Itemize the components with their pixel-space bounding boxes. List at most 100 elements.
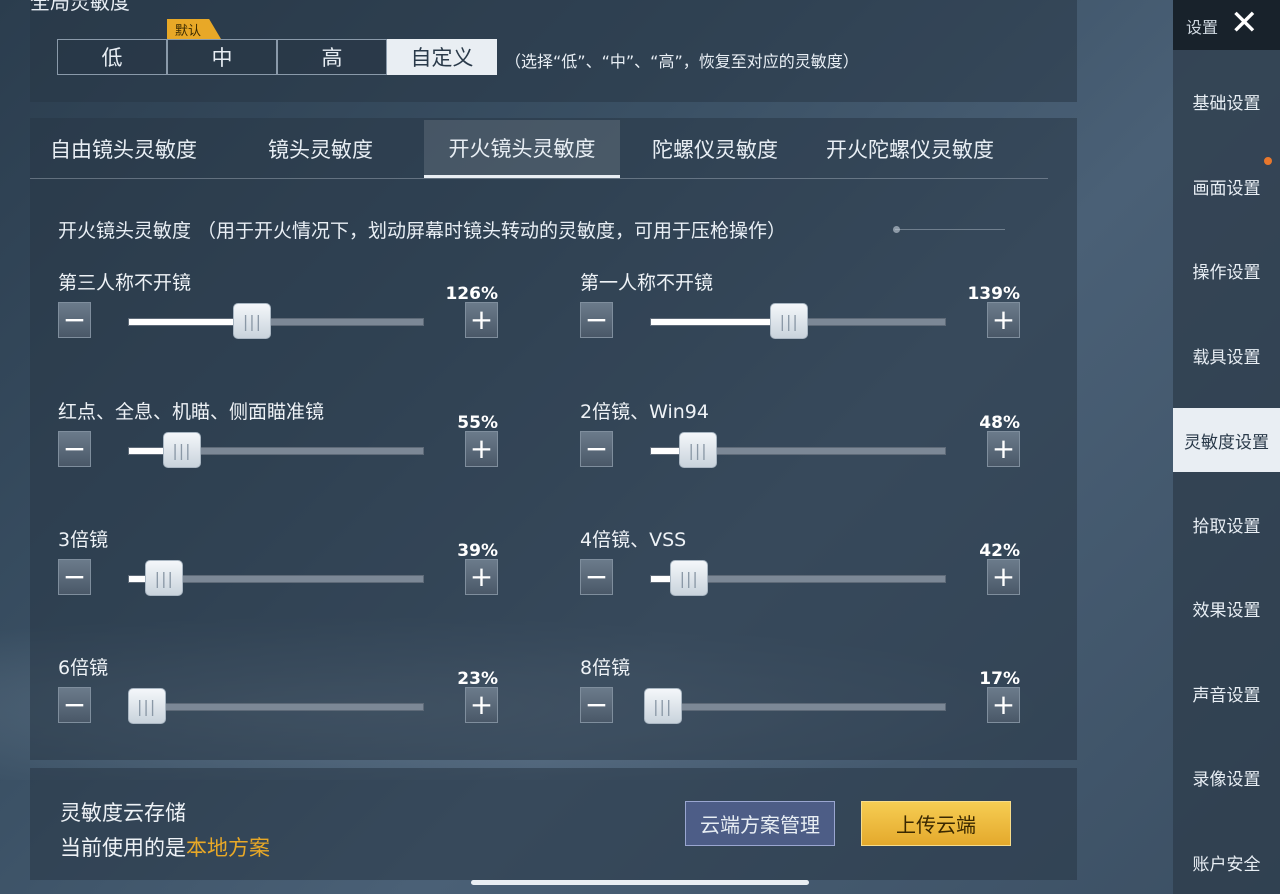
increase-button[interactable]: + [465, 559, 498, 595]
slider-track[interactable]: ||| [128, 303, 424, 339]
slider-thumb[interactable]: ||| [145, 560, 184, 596]
tab-fire-camera[interactable]: 开火镜头灵敏度 [424, 120, 620, 178]
decrease-button[interactable]: − [58, 559, 91, 595]
sidebar-item-graphics[interactable]: 画面设置 [1173, 154, 1280, 218]
slider-track[interactable]: ||| [650, 560, 946, 596]
decrease-button[interactable]: − [580, 559, 613, 595]
slider-red-dot: 红点、全息、机瞄、侧面瞄准镜 55% − ||| + [58, 397, 498, 507]
increase-button[interactable]: + [465, 687, 498, 723]
cloud-manage-button[interactable]: 云端方案管理 [685, 801, 835, 846]
sidebar-item-vehicle[interactable]: 载具设置 [1173, 323, 1280, 387]
sensitivity-tabs: 自由镜头灵敏度 镜头灵敏度 开火镜头灵敏度 陀螺仪灵敏度 开火陀螺仪灵敏度 [30, 120, 1048, 179]
minus-icon: − [62, 688, 87, 721]
slider-value: 23% [457, 669, 498, 689]
slider-track[interactable]: ||| [650, 432, 946, 468]
slider-track[interactable]: ||| [643, 688, 946, 724]
plus-icon: + [469, 303, 494, 336]
slider-2x-scope: 2倍镜、Win94 48% − ||| + [580, 397, 1020, 507]
decrease-button[interactable]: − [580, 431, 613, 467]
sidebar-item-audio[interactable]: 声音设置 [1173, 661, 1280, 725]
tab-fire-gyroscope[interactable]: 开火陀螺仪灵敏度 [826, 120, 1026, 178]
sidebar-item-recording[interactable]: 录像设置 [1173, 745, 1280, 809]
slider-value: 48% [979, 413, 1020, 433]
divider-dot [893, 226, 900, 233]
current-scheme-name: 本地方案 [186, 836, 270, 860]
increase-button[interactable]: + [987, 302, 1020, 338]
decrease-button[interactable]: − [58, 687, 91, 723]
slider-value: 42% [979, 541, 1020, 561]
sidebar-item-pickup[interactable]: 拾取设置 [1173, 492, 1280, 556]
slider-label: 第三人称不开镜 [58, 272, 192, 294]
decrease-button[interactable]: − [58, 302, 91, 338]
preset-medium[interactable]: 中 [167, 39, 277, 75]
slider-4x-scope: 4倍镜、VSS 42% − ||| + [580, 525, 1020, 635]
increase-button[interactable]: + [465, 302, 498, 338]
upload-cloud-button[interactable]: 上传云端 [861, 801, 1011, 846]
divider [895, 229, 1005, 230]
slider-label: 4倍镜、VSS [580, 529, 687, 551]
plus-icon: + [469, 432, 494, 465]
notification-dot [1264, 157, 1272, 165]
slider-6x-scope: 6倍镜 23% − ||| + [58, 653, 498, 763]
slider-label: 红点、全息、机瞄、侧面瞄准镜 [58, 401, 325, 423]
slider-thumb[interactable]: ||| [643, 688, 682, 724]
tab-camera[interactable]: 镜头灵敏度 [268, 120, 408, 178]
sidebar-item-basic[interactable]: 基础设置 [1173, 69, 1280, 133]
preset-low[interactable]: 低 [57, 39, 167, 75]
cloud-storage-title: 灵敏度云存储 [60, 801, 186, 825]
slider-thumb[interactable]: ||| [679, 432, 718, 468]
slider-thumb[interactable]: ||| [233, 303, 272, 339]
slider-track[interactable]: ||| [127, 688, 424, 724]
slider-label: 2倍镜、Win94 [580, 401, 709, 423]
increase-button[interactable]: + [987, 431, 1020, 467]
plus-icon: + [469, 688, 494, 721]
slider-label: 6倍镜 [58, 657, 109, 679]
minus-icon: − [584, 303, 609, 336]
slider-thumb[interactable]: ||| [162, 432, 201, 468]
slider-value: 39% [457, 541, 498, 561]
slider-thumb[interactable]: ||| [770, 303, 809, 339]
preset-custom[interactable]: 自定义 [387, 39, 497, 75]
global-sensitivity-title: 全局灵敏度 [30, 0, 130, 14]
sidebar-item-effects[interactable]: 效果设置 [1173, 576, 1280, 640]
home-indicator[interactable] [471, 880, 809, 885]
slider-thumb[interactable]: ||| [127, 688, 166, 724]
sidebar-item-account[interactable]: 账户安全 [1173, 830, 1280, 894]
sidebar-item-controls[interactable]: 操作设置 [1173, 238, 1280, 302]
preset-hint: （选择“低”、“中”、“高”，恢复至对应的灵敏度） [505, 52, 859, 71]
slider-value: 17% [979, 669, 1020, 689]
slider-thumb[interactable]: ||| [670, 560, 709, 596]
section-description: 开火镜头灵敏度 （用于开火情况下，划动屏幕时镜头转动的灵敏度，可用于压枪操作） [58, 220, 787, 242]
tab-gyroscope[interactable]: 陀螺仪灵敏度 [652, 120, 812, 178]
plus-icon: + [991, 560, 1016, 593]
minus-icon: − [584, 560, 609, 593]
slider-track[interactable]: ||| [128, 560, 424, 596]
slider-value: 55% [457, 413, 498, 433]
slider-label: 第一人称不开镜 [580, 272, 714, 294]
minus-icon: − [62, 560, 87, 593]
slider-label: 8倍镜 [580, 657, 631, 679]
current-scheme-prefix: 当前使用的是 [60, 836, 186, 860]
current-scheme: 当前使用的是本地方案 [60, 832, 270, 862]
slider-8x-scope: 8倍镜 17% − ||| + [580, 653, 1020, 763]
slider-label: 3倍镜 [58, 529, 109, 551]
close-icon[interactable]: ✕ [1230, 6, 1259, 40]
slider-track[interactable]: ||| [128, 432, 424, 468]
minus-icon: − [62, 432, 87, 465]
slider-3x-scope: 3倍镜 39% − ||| + [58, 525, 498, 635]
increase-button[interactable]: + [987, 687, 1020, 723]
minus-icon: − [584, 688, 609, 721]
slider-third-person: 第三人称不开镜 126% − ||| + [58, 268, 498, 378]
slider-track[interactable]: ||| [650, 303, 946, 339]
preset-high[interactable]: 高 [277, 39, 387, 75]
increase-button[interactable]: + [987, 559, 1020, 595]
slider-fill [651, 319, 790, 325]
minus-icon: − [584, 432, 609, 465]
increase-button[interactable]: + [465, 431, 498, 467]
decrease-button[interactable]: − [580, 687, 613, 723]
plus-icon: + [469, 560, 494, 593]
tab-free-look[interactable]: 自由镜头灵敏度 [50, 120, 230, 178]
decrease-button[interactable]: − [58, 431, 91, 467]
decrease-button[interactable]: − [580, 302, 613, 338]
sidebar-item-sensitivity[interactable]: 灵敏度设置 [1173, 408, 1280, 472]
